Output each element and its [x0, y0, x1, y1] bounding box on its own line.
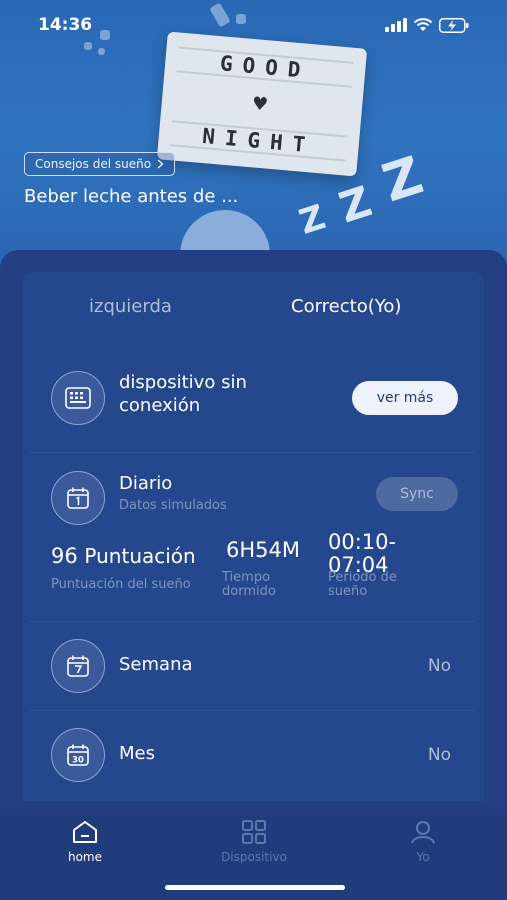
battery-charging-icon	[439, 17, 469, 33]
sleep-score-label: Puntuación del sueño	[51, 577, 191, 592]
calendar-week-icon	[51, 639, 105, 693]
score-unit: Puntuación	[84, 544, 196, 568]
nav-device[interactable]: Dispositivo	[204, 820, 304, 864]
calendar-number: 30	[72, 756, 84, 766]
lightbox-line-1: GOOD	[176, 46, 355, 88]
month-card[interactable]: 30 Mes No	[23, 711, 484, 801]
daily-title: Diario	[119, 473, 173, 494]
lightbox-line-2: NIGHT	[169, 120, 348, 162]
week-title: Semana	[119, 654, 193, 675]
daily-card[interactable]: Diario Datos simulados Sync 96 Puntuació…	[23, 453, 484, 621]
sleep-time-value: 6H54M	[226, 538, 300, 562]
nav-home-label: home	[67, 850, 103, 864]
home-indicator	[165, 885, 345, 890]
week-card[interactable]: Semana No	[23, 622, 484, 710]
chevron-right-icon	[157, 159, 164, 169]
nav-me[interactable]: Yo	[373, 820, 473, 864]
calendar-month-icon: 30	[51, 728, 105, 782]
side-tabs: izquierda Correcto(Yo)	[23, 272, 484, 359]
status-time: 14:36	[38, 15, 93, 35]
nav-home[interactable]: home	[35, 820, 135, 864]
nav-me-label: Yo	[416, 850, 430, 864]
device-icon	[51, 371, 105, 425]
sleep-score-value: 96 Puntuación	[51, 544, 196, 568]
tip-title[interactable]: Beber leche antes de ...	[24, 186, 238, 207]
tips-badge-label: Consejos del sueño	[35, 157, 152, 171]
zzz-decoration: Z	[294, 197, 331, 243]
tab-right-me[interactable]: Correcto(Yo)	[291, 296, 401, 317]
sleep-period-label: Periodo de sueño	[328, 570, 397, 599]
month-value: No	[427, 745, 451, 765]
wifi-icon	[413, 18, 433, 31]
user-icon	[411, 821, 435, 844]
see-more-button[interactable]: ver más	[352, 381, 458, 415]
sync-button[interactable]: Sync	[376, 477, 458, 511]
main-panel: izquierda Correcto(Yo) dispositivo sin c…	[0, 250, 507, 820]
signal-icon	[385, 18, 407, 32]
zzz-decoration: Z	[375, 145, 431, 215]
status-bar: 14:36	[0, 0, 507, 50]
good-night-lightbox: GOOD ♥ NIGHT	[156, 31, 368, 177]
device-card: dispositivo sin conexión ver más	[23, 344, 484, 452]
week-value: No	[427, 656, 451, 676]
sleep-time-label: Tiempo dormido	[222, 570, 276, 599]
grid-icon	[242, 820, 266, 844]
score-number: 96	[51, 544, 78, 568]
tab-left[interactable]: izquierda	[89, 296, 172, 317]
daily-subtitle: Datos simulados	[119, 498, 227, 513]
sleep-tips-badge[interactable]: Consejos del sueño	[24, 152, 176, 176]
zzz-decoration: Z	[333, 176, 378, 233]
month-title: Mes	[119, 743, 155, 764]
nav-device-label: Dispositivo	[221, 850, 287, 864]
home-icon	[73, 821, 97, 843]
heart-icon: ♥	[251, 93, 269, 116]
device-status: dispositivo sin conexión	[119, 372, 247, 416]
calendar-day-icon	[51, 471, 105, 525]
